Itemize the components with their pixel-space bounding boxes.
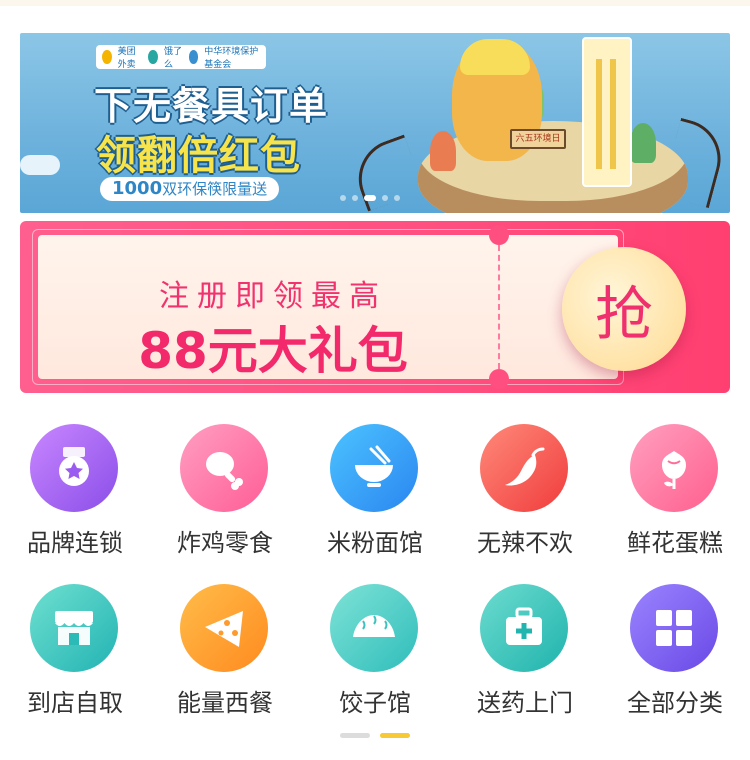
category-western-food[interactable]: 能量西餐 [150,580,300,730]
medal-icon [30,424,118,512]
tree-decoration [430,131,456,171]
category-label: 品牌连锁 [27,529,123,557]
carousel-dot[interactable] [340,195,346,201]
pill-text: 双环保筷限量送 [162,180,268,198]
category-noodles[interactable]: 米粉面馆 [300,420,450,570]
category-label: 米粉面馆 [327,529,423,557]
grab-button[interactable]: 抢 [562,247,686,371]
carousel-dot[interactable] [352,195,358,201]
category-pager[interactable] [340,733,410,738]
flower-icon [630,424,718,512]
partner-logos: 美团外卖 饿了么 中华环境保护基金会 [96,45,266,70]
coupon-title: 注册即领最高 [159,279,387,314]
category-label: 无辣不欢 [477,529,573,557]
meituan-logo-icon [102,50,112,64]
category-spicy[interactable]: 无辣不欢 [450,420,600,570]
store-icon [30,584,118,672]
logo-label: 中华环境保护基金会 [204,47,259,70]
category-label: 送药上门 [477,689,573,717]
category-all[interactable]: 全部分类 [600,580,750,730]
coupon-ticket: 注册即领最高 88元大礼包 [32,225,624,389]
category-label: 炸鸡零食 [177,529,273,557]
dumpling-icon [330,584,418,672]
pill-number: 1000 [112,178,163,199]
logo-label: 饿了么 [164,47,183,70]
logo-label: 美团外卖 [117,47,136,70]
category-label: 能量西餐 [177,689,273,717]
coupon-amount: 88元大礼包 [138,322,408,380]
grid-icon [630,584,718,672]
mascot-hat [460,39,530,75]
category-fried-chicken[interactable]: 炸鸡零食 [150,420,300,570]
tree-decoration [630,123,656,163]
eleme-logo-icon [148,50,159,64]
medicine-box-icon [480,584,568,672]
top-strip [0,0,750,6]
category-brand-chain[interactable]: 品牌连锁 [0,420,150,570]
promo-banner[interactable]: 美团外卖 饿了么 中华环境保护基金会 下无餐具订单 领翻倍红包 1000双环保筷… [20,33,730,213]
chili-icon [480,424,568,512]
cloud-decoration [20,155,60,175]
carousel-dot[interactable] [382,195,388,201]
noodle-bowl-icon [330,424,418,512]
banner-headline-2: 领翻倍红包 [96,133,301,179]
foundation-logo-icon [188,50,199,64]
banner-headline-1: 下无餐具订单 [94,84,329,128]
category-label: 鲜花蛋糕 [627,529,723,557]
carousel-dot-active[interactable] [364,195,376,201]
category-label: 饺子馆 [339,689,411,717]
signpost: 六五环境日 [510,129,566,149]
drumstick-icon [180,424,268,512]
carousel-dots[interactable] [340,195,400,201]
category-label: 全部分类 [627,689,723,717]
category-self-pickup[interactable]: 到店自取 [0,580,150,730]
pizza-icon [180,584,268,672]
chopsticks-pack-illustration [582,37,632,187]
pager-dot[interactable] [340,733,370,738]
category-medicine-delivery[interactable]: 送药上门 [450,580,600,730]
banner-pill: 1000双环保筷限量送 [100,177,280,201]
category-label: 到店自取 [27,689,123,717]
pager-dot-active[interactable] [380,733,410,738]
category-dumplings[interactable]: 饺子馆 [300,580,450,730]
category-flowers-cake[interactable]: 鲜花蛋糕 [600,420,750,570]
branch-decoration [660,117,730,209]
carousel-dot[interactable] [394,195,400,201]
ticket-notch [489,225,509,245]
signup-coupon[interactable]: 注册即领最高 88元大礼包 抢 [20,221,730,393]
